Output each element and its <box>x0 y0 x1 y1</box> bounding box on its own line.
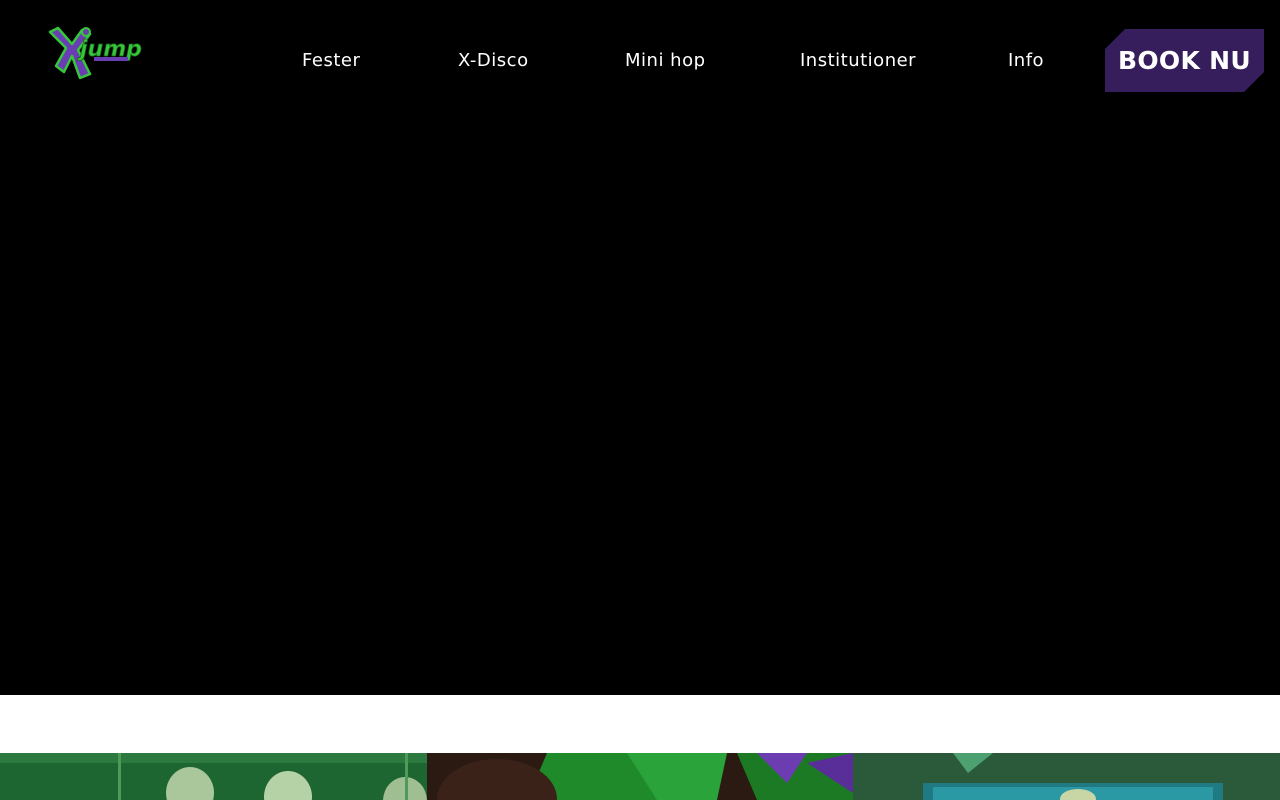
hero-section <box>0 120 1280 695</box>
nav-item-x-disco[interactable]: X-Disco <box>458 50 529 72</box>
nav-item-info[interactable]: Info <box>1008 50 1044 72</box>
site-header: jump Fester X-Disco Mini hop Institution… <box>0 0 1280 120</box>
photo-tiles <box>0 753 1280 800</box>
book-now-button[interactable]: BOOK NU <box>1105 29 1264 92</box>
nav-item-fester[interactable]: Fester <box>302 50 360 72</box>
photo-tile-2[interactable] <box>427 753 853 800</box>
photo-tile-3-image <box>853 753 1280 800</box>
photo-tile-1-image <box>0 753 427 800</box>
section-divider <box>0 695 1280 753</box>
xjump-logo-icon: jump <box>48 26 142 80</box>
nav-item-institutioner[interactable]: Institutioner <box>800 50 916 72</box>
book-now-label: BOOK NU <box>1118 46 1251 75</box>
site-logo[interactable]: jump <box>46 26 148 88</box>
nav-item-mini-hop[interactable]: Mini hop <box>625 50 706 72</box>
photo-tile-1[interactable] <box>0 753 427 800</box>
photo-tile-2-image <box>427 753 853 800</box>
photo-tile-3[interactable] <box>853 753 1280 800</box>
